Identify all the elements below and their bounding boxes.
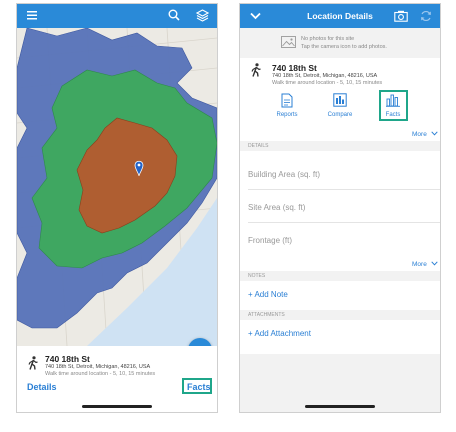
facts-link-highlight	[182, 378, 212, 394]
field-divider	[248, 222, 440, 223]
add-photos-hint: Tap the camera icon to add photos.	[301, 44, 387, 50]
details-app-bar: Location Details	[240, 4, 440, 28]
image-placeholder-icon	[281, 36, 296, 48]
chevron-down-icon	[430, 131, 438, 136]
location-details-screen: Location Details No photos for this site…	[239, 3, 441, 413]
home-indicator	[82, 405, 152, 408]
walk-time-note: Walk time around location - 5, 10, 15 mi…	[45, 371, 156, 377]
walker-icon	[28, 356, 38, 370]
attachments-header-label: ATTACHMENTS	[248, 312, 285, 318]
empty-area	[240, 354, 440, 412]
notes-header-label: NOTES	[248, 273, 266, 279]
layers-icon[interactable]	[196, 9, 209, 22]
location-address: 740 18th St, Detroit, Michigan, 48216, U…	[45, 364, 151, 370]
more-toggle[interactable]: More	[412, 131, 438, 138]
screen-title: Location Details	[307, 11, 373, 21]
document-icon	[281, 93, 293, 108]
reports-label: Reports	[276, 112, 298, 118]
no-photos-text: No photos for this site	[301, 36, 355, 42]
walk-time-note: Walk time around location - 5, 10, 15 mi…	[272, 80, 383, 86]
stage: 740 18th St 740 18th St, Detroit, Michig…	[0, 0, 456, 432]
site-area-field[interactable]: Site Area (sq. ft)	[248, 203, 305, 212]
compare-label: Compare	[327, 112, 353, 118]
building-area-field[interactable]: Building Area (sq. ft)	[248, 170, 320, 179]
chevron-down-icon	[430, 261, 438, 266]
map-canvas[interactable]	[17, 28, 217, 346]
home-indicator	[305, 405, 375, 408]
more-label: More	[412, 261, 427, 268]
add-attachment-button[interactable]: + Add Attachment	[248, 329, 311, 338]
details-header-label: DETAILS	[248, 143, 269, 149]
walker-icon	[251, 63, 261, 77]
facts-action-highlight	[379, 90, 408, 121]
camera-icon[interactable]	[394, 10, 408, 22]
details-section-header: DETAILS	[240, 141, 440, 151]
field-divider	[248, 189, 440, 190]
photos-placeholder[interactable]: No photos for this site Tap the camera i…	[240, 28, 440, 58]
add-note-button[interactable]: + Add Note	[248, 290, 288, 299]
location-name: 740 18th St	[272, 63, 317, 73]
menu-icon[interactable]	[27, 11, 37, 20]
location-name: 740 18th St	[45, 354, 90, 364]
search-icon[interactable]	[168, 9, 180, 21]
compare-icon	[333, 93, 347, 107]
refresh-icon[interactable]	[420, 10, 432, 22]
map-view[interactable]	[17, 28, 217, 346]
notes-section-header: NOTES	[240, 271, 440, 281]
details-link[interactable]: Details	[27, 382, 57, 392]
frontage-field[interactable]: Frontage (ft)	[248, 236, 292, 245]
attachments-section-header: ATTACHMENTS	[240, 310, 440, 320]
map-phone-screen: 740 18th St 740 18th St, Detroit, Michig…	[16, 3, 218, 413]
details-more-toggle[interactable]: More	[412, 261, 438, 268]
map-app-bar	[17, 4, 217, 28]
more-label: More	[412, 131, 427, 138]
location-address: 740 18th St, Detroit, Michigan, 48216, U…	[272, 73, 378, 79]
